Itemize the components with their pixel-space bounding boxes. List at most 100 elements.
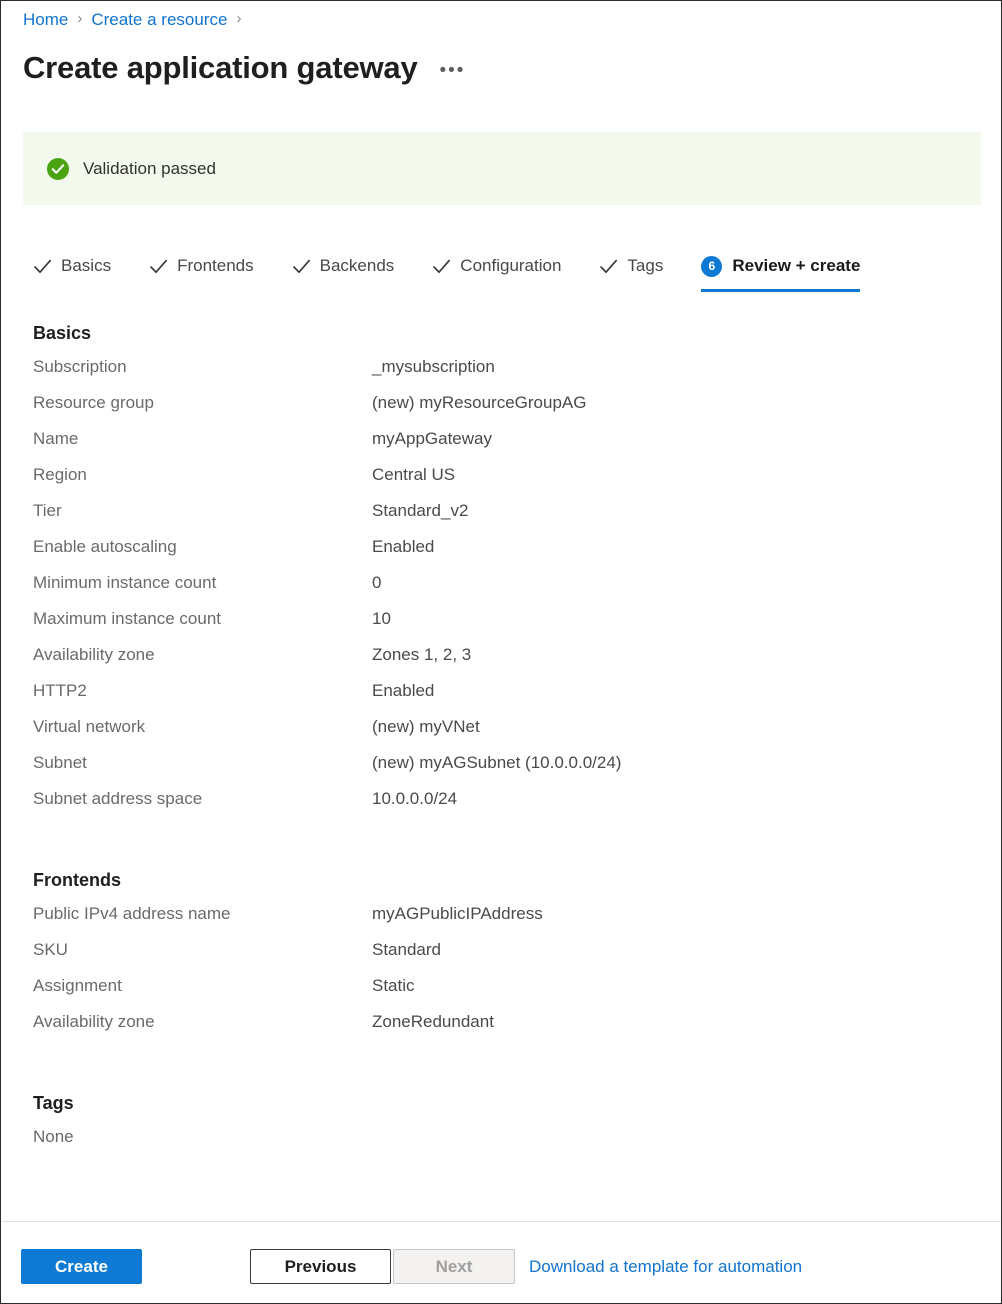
section-gap [1,824,1002,868]
row-value: Standard [372,939,441,961]
row-label: HTTP2 [1,680,372,702]
wizard-tabs: Basics Frontends Backends [33,246,860,290]
row-label: Subnet address space [1,788,372,810]
review-summary: Basics Subscription _mysubscription Reso… [1,321,1002,1148]
section-title: Tags [33,1091,1002,1115]
row-value: ZoneRedundant [372,1011,494,1033]
row-value: 0 [372,572,381,594]
summary-row: HTTP2 Enabled [1,680,1002,716]
download-template-link[interactable]: Download a template for automation [529,1249,802,1284]
tab-label: Review + create [732,255,860,277]
row-label: Assignment [1,975,372,997]
row-value: _mysubscription [372,356,495,378]
tab-basics[interactable]: Basics [33,246,111,288]
section-title: Basics [33,321,1002,345]
basics-rows: Subscription _mysubscription Resource gr… [1,356,1002,824]
previous-button[interactable]: Previous [250,1249,391,1284]
tab-label: Configuration [460,255,561,277]
row-value: (new) myResourceGroupAG [372,392,586,414]
summary-row: Minimum instance count 0 [1,572,1002,608]
row-label: Subnet [1,752,372,774]
check-icon [33,257,52,276]
row-label: Region [1,464,372,486]
summary-row: Assignment Static [1,975,1002,1011]
row-value: Enabled [372,680,434,702]
row-value: 10.0.0.0/24 [372,788,457,810]
section-tags: Tags None [1,1091,1002,1148]
row-label: Public IPv4 address name [1,903,372,925]
row-label: Subscription [1,356,372,378]
summary-row: Region Central US [1,464,1002,500]
summary-row: Virtual network (new) myVNet [1,716,1002,752]
validation-banner: Validation passed [23,132,981,205]
check-icon [292,257,311,276]
row-label: Availability zone [1,1011,372,1033]
summary-row: Resource group (new) myResourceGroupAG [1,392,1002,428]
row-label: SKU [1,939,372,961]
summary-row: Availability zone Zones 1, 2, 3 [1,644,1002,680]
tab-label: Frontends [177,255,254,277]
tab-label: Basics [61,255,111,277]
summary-row: Tier Standard_v2 [1,500,1002,536]
row-value: (new) myVNet [372,716,480,738]
row-label: Tier [1,500,372,522]
row-value: Central US [372,464,455,486]
row-label: Resource group [1,392,372,414]
validation-banner-text: Validation passed [83,158,216,180]
page-header: Create application gateway ••• [23,48,465,88]
summary-row: Enable autoscaling Enabled [1,536,1002,572]
row-value: 10 [372,608,391,630]
create-button[interactable]: Create [21,1249,142,1284]
row-value: myAppGateway [372,428,492,450]
row-value: Static [372,975,415,997]
ellipsis-icon[interactable]: ••• [440,61,466,80]
tab-backends[interactable]: Backends [292,246,395,288]
row-label: Enable autoscaling [1,536,372,558]
create-application-gateway-page: Home › Create a resource › Create applic… [0,0,1002,1304]
page-title: Create application gateway [23,48,418,88]
breadcrumb-chevron-icon: › [236,8,241,30]
next-button: Next [393,1249,515,1284]
summary-row: Availability zone ZoneRedundant [1,1011,1002,1047]
summary-row: Public IPv4 address name myAGPublicIPAdd… [1,903,1002,939]
tab-configuration[interactable]: Configuration [432,246,561,288]
breadcrumb-item-create-a-resource[interactable]: Create a resource [91,9,227,31]
summary-row: SKU Standard [1,939,1002,975]
summary-row: Subnet address space 10.0.0.0/24 [1,788,1002,824]
row-label: Name [1,428,372,450]
section-basics: Basics Subscription _mysubscription Reso… [1,321,1002,824]
summary-row: Maximum instance count 10 [1,608,1002,644]
row-value: (new) myAGSubnet (10.0.0.0/24) [372,752,621,774]
footer-action-bar: Create Previous Next Download a template… [1,1222,1001,1303]
tab-review-create[interactable]: 6 Review + create [701,246,860,288]
row-value: myAGPublicIPAddress [372,903,543,925]
section-frontends: Frontends Public IPv4 address name myAGP… [1,868,1002,1047]
row-label: Virtual network [1,716,372,738]
section-gap [1,1047,1002,1091]
summary-row: Subscription _mysubscription [1,356,1002,392]
row-label: Availability zone [1,644,372,666]
breadcrumb-item-home[interactable]: Home [23,9,68,31]
row-label: Maximum instance count [1,608,372,630]
row-label: Minimum instance count [1,572,372,594]
tab-frontends[interactable]: Frontends [149,246,254,288]
row-value: Zones 1, 2, 3 [372,644,471,666]
check-icon [149,257,168,276]
tab-label: Backends [320,255,395,277]
row-value: Enabled [372,536,434,558]
summary-row: Subnet (new) myAGSubnet (10.0.0.0/24) [1,752,1002,788]
check-icon [432,257,451,276]
row-value: Standard_v2 [372,500,468,522]
check-icon [599,257,618,276]
success-check-circle-icon [47,158,69,180]
section-title: Frontends [33,868,1002,892]
tags-none-label: None [33,1126,1002,1148]
tab-label: Tags [627,255,663,277]
active-tab-underline [701,289,860,292]
frontends-rows: Public IPv4 address name myAGPublicIPAdd… [1,903,1002,1047]
step-number-badge: 6 [701,256,722,277]
breadcrumb: Home › Create a resource › [23,9,250,31]
summary-row: Name myAppGateway [1,428,1002,464]
tab-tags[interactable]: Tags [599,246,663,288]
breadcrumb-chevron-icon: › [77,8,82,30]
